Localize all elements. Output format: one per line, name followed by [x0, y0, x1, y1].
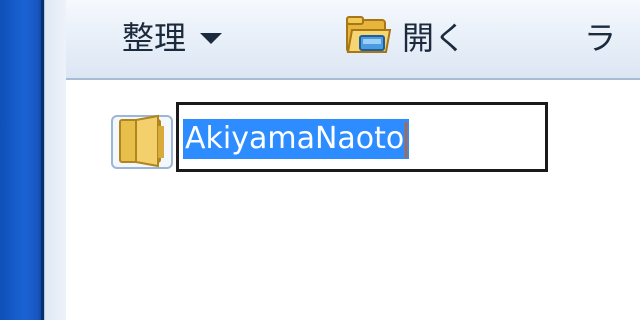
folder-open-icon: [344, 14, 396, 58]
text-caret: [405, 121, 408, 158]
folder-icon[interactable]: [110, 108, 176, 170]
open-label: 開く: [402, 19, 467, 57]
command-bar: 整理 開く ラ: [66, 0, 640, 80]
library-button[interactable]: ラ: [584, 8, 616, 64]
rename-input[interactable]: AkiyamaNaoto: [176, 102, 548, 172]
rename-text: AkiyamaNaoto: [185, 121, 405, 156]
open-button[interactable]: 開く: [344, 8, 466, 64]
desktop-edge: [0, 0, 44, 320]
library-label: ラ: [584, 19, 617, 57]
organize-button[interactable]: 整理: [122, 8, 223, 64]
chevron-down-icon: [200, 32, 223, 44]
rename-selected-text: AkiyamaNaoto: [183, 119, 410, 159]
window-left-border: [44, 0, 67, 320]
organize-label: 整理: [122, 19, 187, 57]
